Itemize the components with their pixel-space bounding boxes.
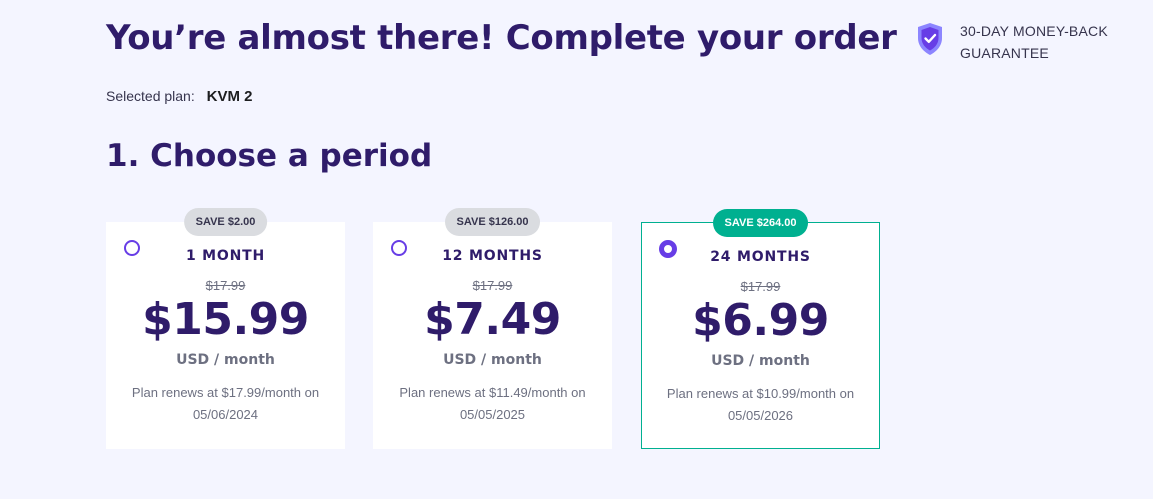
guarantee-line-1: 30-DAY MONEY-BACK — [960, 23, 1108, 39]
shield-check-icon — [918, 23, 942, 55]
renewal-text: Plan renews at $11.49/month on 05/05/202… — [399, 385, 586, 422]
savings-badge: SAVE $126.00 — [444, 208, 541, 236]
price-unit: USD / month — [711, 353, 810, 369]
price: $7.49 — [424, 294, 561, 345]
old-price: $17.99 — [740, 279, 781, 294]
price: $6.99 — [692, 295, 829, 346]
price-unit: USD / month — [176, 352, 275, 368]
savings-badge: SAVE $264.00 — [712, 209, 809, 237]
period-card-24-months[interactable]: SAVE $264.00 24 MONTHS $17.99 $6.99 USD … — [641, 209, 880, 449]
price-unit: USD / month — [443, 352, 542, 368]
guarantee-text: 30-DAY MONEY-BACK GUARANTEE — [960, 20, 1108, 64]
old-price: $17.99 — [472, 278, 513, 293]
savings-badge: SAVE $2.00 — [183, 208, 268, 236]
period-card-12-months[interactable]: SAVE $126.00 12 MONTHS $17.99 $7.49 USD … — [373, 208, 612, 449]
selected-plan: Selected plan: KVM 2 — [106, 88, 252, 105]
period-label: 12 MONTHS — [442, 248, 543, 264]
period-label: 1 MONTH — [185, 248, 266, 264]
selected-plan-value: KVM 2 — [206, 88, 253, 105]
period-card-1-month[interactable]: SAVE $2.00 1 MONTH $17.99 $15.99 USD / m… — [106, 208, 345, 449]
renewal-text: Plan renews at $17.99/month on 05/06/202… — [131, 385, 320, 422]
selected-plan-label: Selected plan: — [106, 88, 195, 104]
renewal-text: Plan renews at $10.99/month on 05/05/202… — [666, 386, 855, 423]
guarantee-line-2: GUARANTEE — [960, 45, 1049, 61]
period-label: 24 MONTHS — [710, 249, 811, 265]
price: $15.99 — [142, 294, 309, 345]
old-price: $17.99 — [205, 278, 246, 293]
money-back-guarantee: 30-DAY MONEY-BACK GUARANTEE — [916, 20, 1108, 64]
page-title: You’re almost there! Complete your order — [106, 18, 897, 58]
section-title: 1. Choose a period — [106, 138, 433, 174]
